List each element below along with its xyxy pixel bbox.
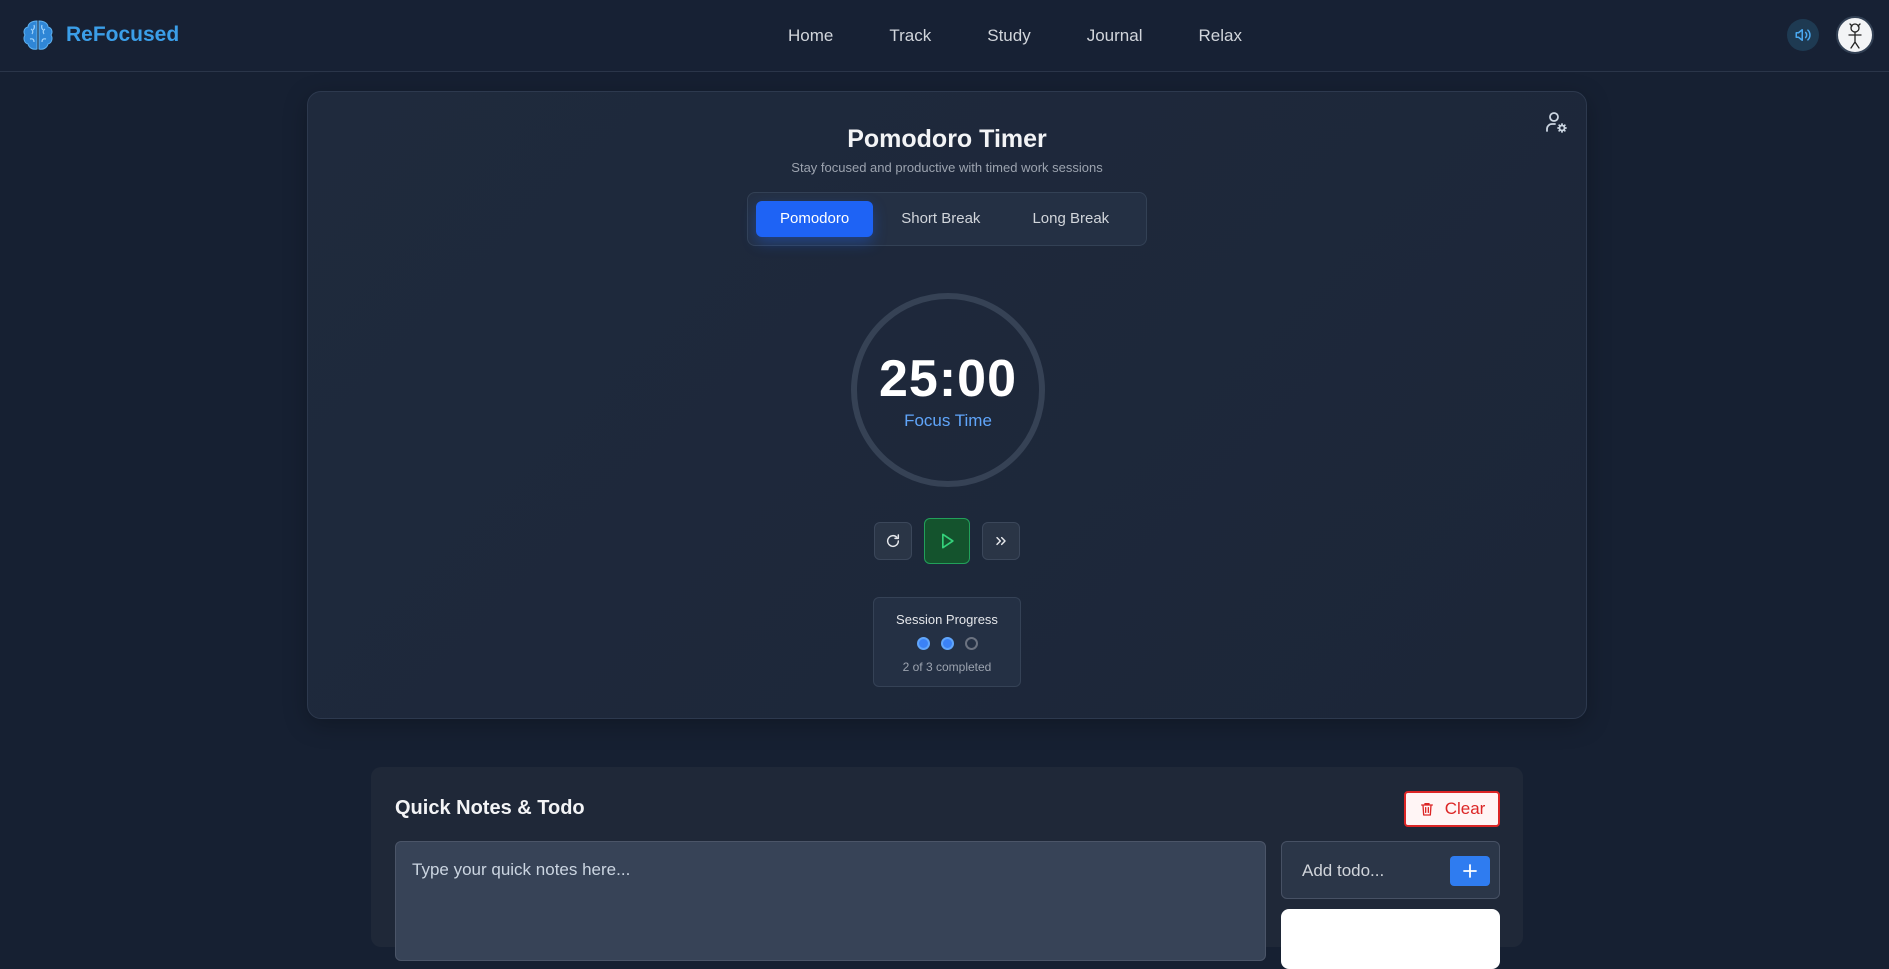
session-dot-1 xyxy=(916,637,930,650)
session-progress-text: 2 of 3 completed xyxy=(902,660,992,674)
session-progress: Session Progress 2 of 3 completed xyxy=(873,597,1021,687)
nav-link-home[interactable]: Home xyxy=(760,22,861,50)
skip-icon xyxy=(996,536,1006,546)
notes-title: Quick Notes & Todo xyxy=(395,797,585,819)
quick-notes-textarea[interactable] xyxy=(395,841,1266,961)
brand-name: ReFocused xyxy=(66,23,180,46)
play-button[interactable] xyxy=(924,518,970,564)
session-progress-title: Session Progress xyxy=(896,612,998,627)
pomodoro-timer-card: Pomodoro Timer Stay focused and producti… xyxy=(307,91,1587,719)
tab-pomodoro[interactable]: Pomodoro xyxy=(756,201,874,237)
nav-link-journal[interactable]: Journal xyxy=(1059,22,1171,50)
clear-button-label: Clear xyxy=(1444,799,1486,818)
session-dot-2 xyxy=(940,637,954,650)
tab-short-break[interactable]: Short Break xyxy=(877,201,1004,237)
add-todo-input[interactable] xyxy=(1292,854,1442,888)
timer-label: Focus Time xyxy=(904,411,992,430)
trash-icon xyxy=(1420,803,1433,816)
skip-button[interactable] xyxy=(982,522,1020,560)
quick-notes-card: Quick Notes & Todo Clear xyxy=(371,767,1523,969)
timer-time: 25:00 xyxy=(879,350,1017,408)
timer-title: Pomodoro Timer xyxy=(847,125,1047,153)
play-icon xyxy=(942,533,954,549)
todo-list xyxy=(1281,909,1500,969)
brain-icon xyxy=(23,20,53,50)
navbar: ReFocused Home Track Study Journal Relax xyxy=(0,0,1889,72)
reset-icon xyxy=(886,534,900,548)
nav-link-relax[interactable]: Relax xyxy=(1170,22,1269,50)
sound-toggle-button[interactable] xyxy=(1787,19,1819,51)
add-todo-button[interactable] xyxy=(1450,856,1490,886)
tab-long-break[interactable]: Long Break xyxy=(1008,201,1133,237)
timer-subtitle: Stay focused and productive with timed w… xyxy=(791,160,1103,175)
nav-link-track[interactable]: Track xyxy=(861,22,959,50)
timer-mode-tabs: Pomodoro Short Break Long Break xyxy=(747,192,1147,246)
timer-dial: 25:00 Focus Time xyxy=(851,293,1045,487)
nav-link-study[interactable]: Study xyxy=(959,22,1058,50)
user-avatar[interactable] xyxy=(1836,16,1874,54)
session-dot-3 xyxy=(964,637,978,650)
brand[interactable]: ReFocused xyxy=(20,16,179,54)
plus-icon xyxy=(1463,864,1477,878)
reset-button[interactable] xyxy=(874,522,912,560)
avatar-figure-icon xyxy=(1848,23,1862,49)
volume-icon xyxy=(1795,29,1811,41)
clear-button[interactable]: Clear xyxy=(1404,791,1500,827)
session-progress-dots xyxy=(874,637,1020,650)
main-nav: Home Track Study Journal Relax xyxy=(760,22,1270,50)
add-todo-box xyxy=(1281,841,1500,899)
